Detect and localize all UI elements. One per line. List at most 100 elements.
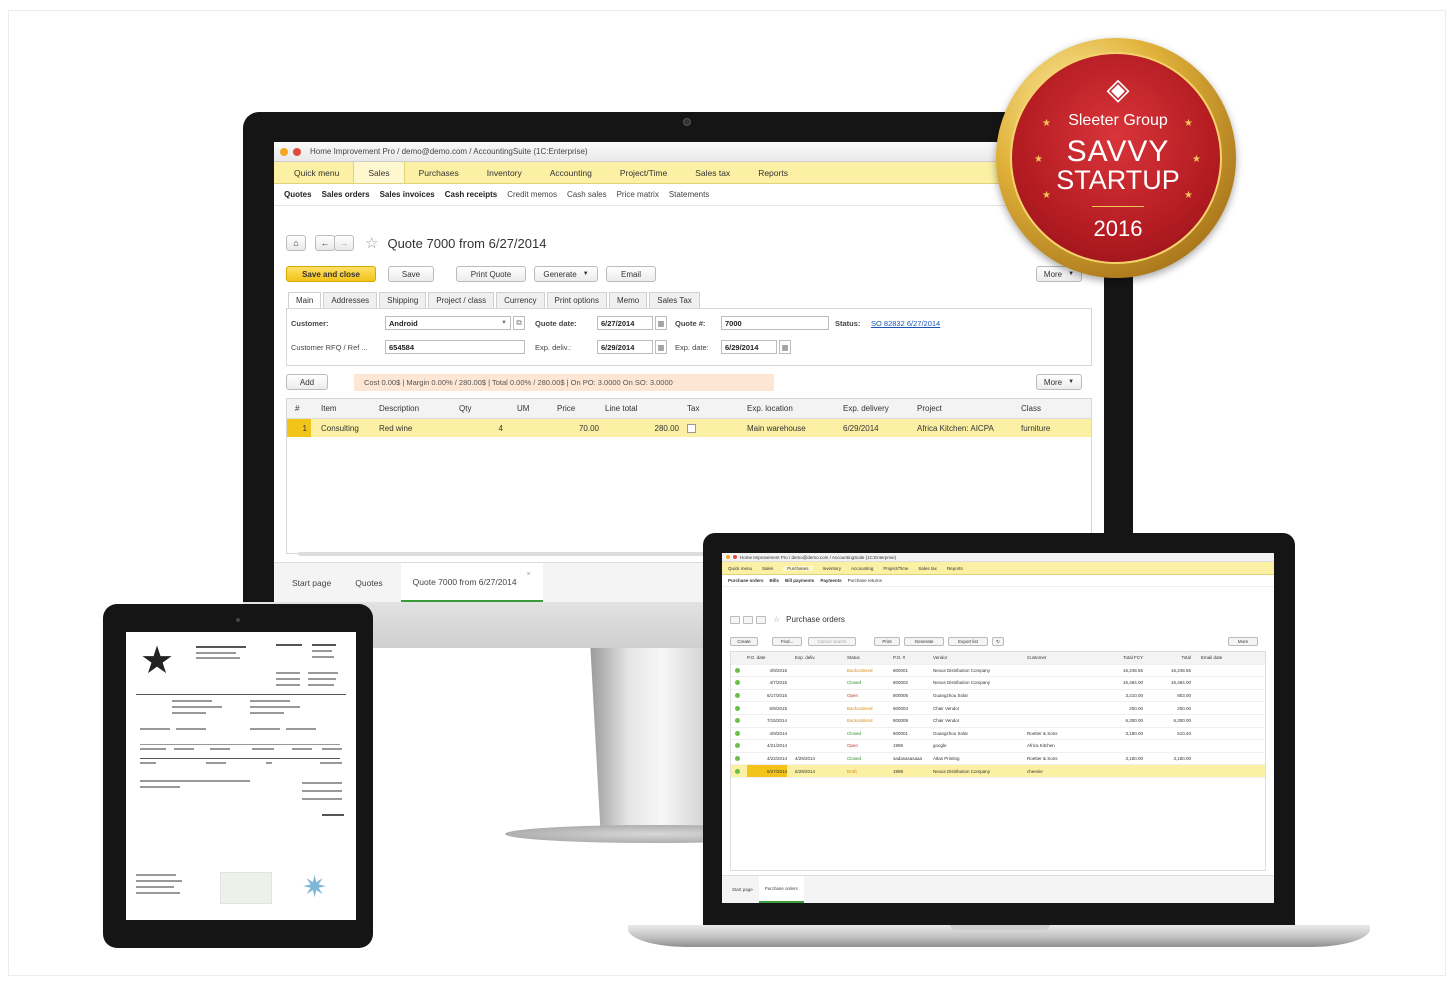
column-header-status[interactable]: Status bbox=[847, 652, 887, 664]
table-row[interactable]: 4/21/2014 Open 1998 google Africa Kitchen bbox=[731, 740, 1265, 753]
table-row[interactable]: 4/7/2015 Closed 800002 Nexus Distribution C… bbox=[731, 677, 1265, 690]
column-header-exp-deliv[interactable]: Exp. deliv. bbox=[795, 652, 837, 664]
table-row[interactable]: 4/22/2014 4/29/2014 Closed sadasasasaaa Atla… bbox=[731, 753, 1265, 766]
find-button[interactable]: Find... bbox=[772, 637, 802, 646]
column-header-class[interactable]: Class bbox=[1021, 399, 1081, 418]
rfq-field[interactable]: 654584 bbox=[385, 340, 525, 354]
back-arrow-icon[interactable]: ← bbox=[315, 235, 335, 251]
column-header-price[interactable]: Price bbox=[557, 399, 599, 418]
window-tab-quote-7000-from-6-27-2014[interactable]: Quote 7000 from 6/27/2014 × bbox=[400, 563, 543, 602]
table-row[interactable]: 4/9/2014 Closed 800001 Guangzhou Solar Roett… bbox=[731, 728, 1265, 741]
menu-item-accounting[interactable]: Accounting bbox=[536, 162, 606, 183]
table-row[interactable]: 6/17/2015 Open 800005 Guangzhou Solar 3,210.… bbox=[731, 690, 1265, 703]
submenu-item-statements[interactable]: Statements bbox=[669, 190, 709, 199]
submenu-item-cash-sales[interactable]: Cash sales bbox=[567, 190, 607, 199]
submenu-item-quotes[interactable]: Quotes bbox=[284, 190, 312, 199]
submenu-item-payments[interactable]: Payments bbox=[820, 578, 841, 583]
favorite-star-icon[interactable]: ☆ bbox=[773, 615, 780, 624]
column-header-vendor[interactable]: Vendor bbox=[933, 652, 1023, 664]
window-tab-start-page[interactable]: Start page bbox=[726, 876, 759, 903]
cell-price[interactable]: 70.00 bbox=[557, 419, 599, 437]
menu-item-reports[interactable]: Reports bbox=[947, 566, 963, 571]
tab-main[interactable]: Main bbox=[288, 292, 322, 308]
column-header-item[interactable]: Item bbox=[321, 399, 377, 418]
cell-um[interactable] bbox=[517, 419, 553, 437]
exp-deliv-field[interactable]: 6/29/2014 bbox=[597, 340, 653, 354]
cell-qty[interactable]: 4 bbox=[459, 419, 503, 437]
add-line-button[interactable]: Add bbox=[286, 374, 328, 390]
column-header-customer[interactable]: Customer bbox=[1027, 652, 1097, 664]
save-button[interactable]: Save bbox=[388, 266, 434, 282]
column-header-line-total[interactable]: Line total bbox=[605, 399, 679, 418]
tab-currency[interactable]: Currency bbox=[496, 292, 545, 308]
table-row[interactable]: 1 Consulting Red wine 4 70.00 280.00 Main ware… bbox=[287, 419, 1091, 437]
submenu-item-purchase-orders[interactable]: Purchase orders bbox=[728, 578, 764, 583]
status-link[interactable]: SO 82832 6/27/2014 bbox=[871, 319, 940, 328]
favorite-star-icon[interactable]: ☆ bbox=[365, 234, 378, 252]
column-header-total[interactable]: Total bbox=[1151, 652, 1191, 664]
column-header-total-fcy[interactable]: Total FCY bbox=[1103, 652, 1143, 664]
calendar-icon[interactable]: ▦ bbox=[655, 316, 667, 330]
dropdown-arrow-icon[interactable]: ▼ bbox=[501, 320, 507, 326]
tab-sales-tax[interactable]: Sales Tax bbox=[649, 292, 700, 308]
submenu-item-cash-receipts[interactable]: Cash receipts bbox=[445, 190, 497, 199]
refresh-icon[interactable]: ↻ bbox=[992, 637, 1004, 646]
menu-item-sales[interactable]: Sales bbox=[353, 162, 405, 183]
table-row[interactable]: 6/9/2015 Backordered 800004 Chair Vendor 200… bbox=[731, 702, 1265, 715]
column-header-tax[interactable]: Tax bbox=[687, 399, 717, 418]
tab-print-options[interactable]: Print options bbox=[546, 292, 607, 308]
menu-item-inventory[interactable]: Inventory bbox=[473, 162, 536, 183]
submenu-item-credit-memos[interactable]: Credit memos bbox=[507, 190, 557, 199]
create-button[interactable]: Create bbox=[730, 637, 758, 646]
submenu-item-sales-invoices[interactable]: Sales invoices bbox=[380, 190, 435, 199]
quote-number-field[interactable]: 7000 bbox=[721, 316, 829, 330]
menu-item-sales-tax[interactable]: Sales tax bbox=[918, 566, 937, 571]
column-header-description[interactable]: Description bbox=[379, 399, 455, 418]
forward-arrow-icon[interactable]: → bbox=[334, 235, 354, 251]
cell-exp-location[interactable]: Main warehouse bbox=[747, 419, 837, 437]
column-header-project[interactable]: Project bbox=[917, 399, 1017, 418]
submenu-item-sales-orders[interactable]: Sales orders bbox=[322, 190, 370, 199]
menu-item-project-time[interactable]: Project/Time bbox=[883, 566, 908, 571]
cell-exp-delivery[interactable]: 6/29/2014 bbox=[843, 419, 913, 437]
customer-field[interactable]: Android ▼ bbox=[385, 316, 511, 330]
column-header-p-o-date[interactable]: P.O. date bbox=[747, 652, 787, 664]
tab-project-class[interactable]: Project / class bbox=[428, 292, 495, 308]
forward-arrow-icon[interactable] bbox=[756, 615, 766, 624]
quote-date-field[interactable]: 6/27/2014 bbox=[597, 316, 653, 330]
tab-memo[interactable]: Memo bbox=[609, 292, 648, 308]
table-row[interactable]: 4/9/2015 Backordered 800001 Nexus Distribut… bbox=[731, 665, 1265, 678]
column-header-p-o[interactable]: P.O. # bbox=[893, 652, 929, 664]
tab-shipping[interactable]: Shipping bbox=[379, 292, 427, 308]
menu-item-purchases[interactable]: Purchases bbox=[405, 162, 473, 183]
print-button[interactable]: Print bbox=[874, 637, 900, 646]
home-icon[interactable]: ⌂ bbox=[286, 235, 306, 251]
home-icon[interactable] bbox=[730, 615, 740, 624]
menu-item-project-time[interactable]: Project/Time bbox=[606, 162, 681, 183]
print-quote-button[interactable]: Print Quote bbox=[456, 266, 526, 282]
column-header-qty[interactable]: Qty bbox=[459, 399, 503, 418]
calendar-icon[interactable]: ▦ bbox=[779, 340, 791, 354]
tax-checkbox[interactable] bbox=[687, 419, 717, 437]
column-header-um[interactable]: UM bbox=[517, 399, 553, 418]
cell-description[interactable]: Red wine bbox=[379, 419, 455, 437]
column-header-exp-delivery[interactable]: Exp. delivery bbox=[843, 399, 913, 418]
email-button[interactable]: Email bbox=[606, 266, 656, 282]
menu-item-sales-tax[interactable]: Sales tax bbox=[681, 162, 744, 183]
exp-date-field[interactable]: 6/29/2014 bbox=[721, 340, 777, 354]
menu-item-sales[interactable]: Sales bbox=[762, 566, 773, 571]
menu-item-quick-menu[interactable]: Quick menu bbox=[280, 162, 353, 183]
tab-addresses[interactable]: Addresses bbox=[323, 292, 378, 308]
menu-item-reports[interactable]: Reports bbox=[744, 162, 802, 183]
column-header-number[interactable]: # bbox=[295, 399, 315, 418]
submenu-item-price-matrix[interactable]: Price matrix bbox=[617, 190, 659, 199]
window-tab-start-page[interactable]: Start page bbox=[280, 563, 343, 602]
submenu-item-purchase-returns[interactable]: Purchase returns bbox=[848, 578, 882, 583]
window-tab-quotes[interactable]: Quotes bbox=[343, 563, 394, 602]
menu-item-quick-menu[interactable]: Quick menu bbox=[728, 566, 752, 571]
column-header-exp-location[interactable]: Exp. location bbox=[747, 399, 837, 418]
back-arrow-icon[interactable] bbox=[743, 615, 753, 624]
cell-project[interactable]: Africa Kitchen: AICPA bbox=[917, 419, 1017, 437]
calendar-icon[interactable]: ▦ bbox=[655, 340, 667, 354]
cell-line-total[interactable]: 280.00 bbox=[605, 419, 679, 437]
